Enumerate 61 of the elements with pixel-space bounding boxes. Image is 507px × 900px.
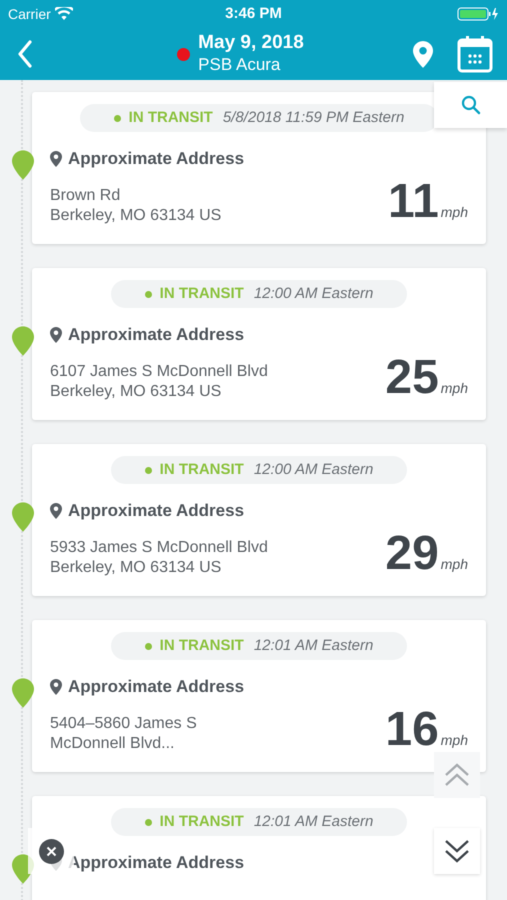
clock-time: 3:46 PM <box>225 4 282 24</box>
address-label: Approximate Address <box>68 852 244 874</box>
timeline-marker-icon <box>12 150 34 180</box>
speed-value: 29 <box>385 530 439 578</box>
event-time: 12:00 AM Eastern <box>254 460 374 480</box>
location-pin-icon <box>50 326 62 343</box>
event-card[interactable]: IN TRANSIT 12:01 AM Eastern Approximate Address <box>32 796 486 900</box>
timeline-marker-icon <box>12 502 34 532</box>
timeline-marker-icon <box>12 326 34 356</box>
status-label: IN TRANSIT <box>160 636 244 656</box>
scroll-down-button[interactable] <box>434 828 480 874</box>
speed-unit: mph <box>440 202 468 222</box>
event-card[interactable]: IN TRANSIT 12:01 AM Eastern Approximate Address 5404–5860 James S McDonnell Blvd... 16 mph <box>32 620 486 772</box>
address-line: Berkeley, MO 63134 US <box>50 558 222 578</box>
address-label: Approximate Address <box>68 676 244 698</box>
location-pin-icon <box>50 502 62 519</box>
speed-unit: mph <box>440 554 468 574</box>
scroll-up-button[interactable] <box>434 752 480 798</box>
timeline-marker-icon <box>12 678 34 708</box>
event-time: 12:01 AM Eastern <box>254 812 374 832</box>
speed-unit: mph <box>440 730 468 750</box>
address-line: 6107 James S McDonnell Blvd <box>50 362 268 382</box>
event-card[interactable]: IN TRANSIT 12:00 AM Eastern Approximate Address 5933 James S McDonnell Blvd Berkeley, MO 63134 US 29 mph <box>32 444 486 596</box>
event-time: 12:01 AM Eastern <box>254 636 374 656</box>
back-chevron-icon <box>17 40 33 68</box>
close-icon <box>38 838 64 864</box>
speed-unit: mph <box>440 378 468 398</box>
location-pin-icon <box>50 678 62 695</box>
address-label: Approximate Address <box>68 148 244 170</box>
address-line: Berkeley, MO 63134 US <box>50 206 222 226</box>
double-chevron-down-icon <box>444 838 470 864</box>
event-card[interactable]: IN TRANSIT 12:00 AM Eastern Approximate Address 6107 James S McDonnell Blvd Berkeley, MO 63134 US 25 mph <box>32 268 486 420</box>
carrier-label: Carrier <box>8 4 51 24</box>
double-chevron-up-icon <box>444 762 470 788</box>
calendar-icon <box>457 35 493 73</box>
address-label: Approximate Address <box>68 500 244 522</box>
address-label: Approximate Address <box>68 324 244 346</box>
address-line: Brown Rd <box>50 186 122 206</box>
wifi-icon <box>54 7 73 21</box>
search-icon <box>460 95 480 115</box>
speed-value: 25 <box>385 354 439 402</box>
vehicle-name: PSB Acura <box>198 54 282 76</box>
battery-icon <box>457 7 499 21</box>
calendar-button[interactable] <box>455 34 495 74</box>
event-time: 12:00 AM Eastern <box>254 284 374 304</box>
status-label: IN TRANSIT <box>160 284 244 304</box>
speed-value: 16 <box>385 706 439 754</box>
status-label: IN TRANSIT <box>128 108 213 128</box>
date-title: May 9, 2018 <box>198 32 304 54</box>
location-pin-icon <box>413 40 433 68</box>
event-card[interactable]: IN TRANSIT 5/8/2018 11:59 PM Eastern Approximate Address Brown Rd Berkeley, MO 63134 US 11 mph <box>32 92 486 244</box>
location-pin-icon <box>50 150 62 167</box>
speed-value: 11 <box>388 178 439 226</box>
status-label: IN TRANSIT <box>160 460 244 480</box>
address-line: 5933 James S McDonnell Blvd <box>50 538 268 558</box>
address-line: Berkeley, MO 63134 US <box>50 382 222 402</box>
search-button[interactable] <box>434 82 507 128</box>
address-line: 5404–5860 James S <box>50 714 197 734</box>
status-label: IN TRANSIT <box>160 812 244 832</box>
address-line: McDonnell Blvd... <box>50 734 176 754</box>
event-time: 5/8/2018 11:59 PM Eastern <box>222 108 404 128</box>
